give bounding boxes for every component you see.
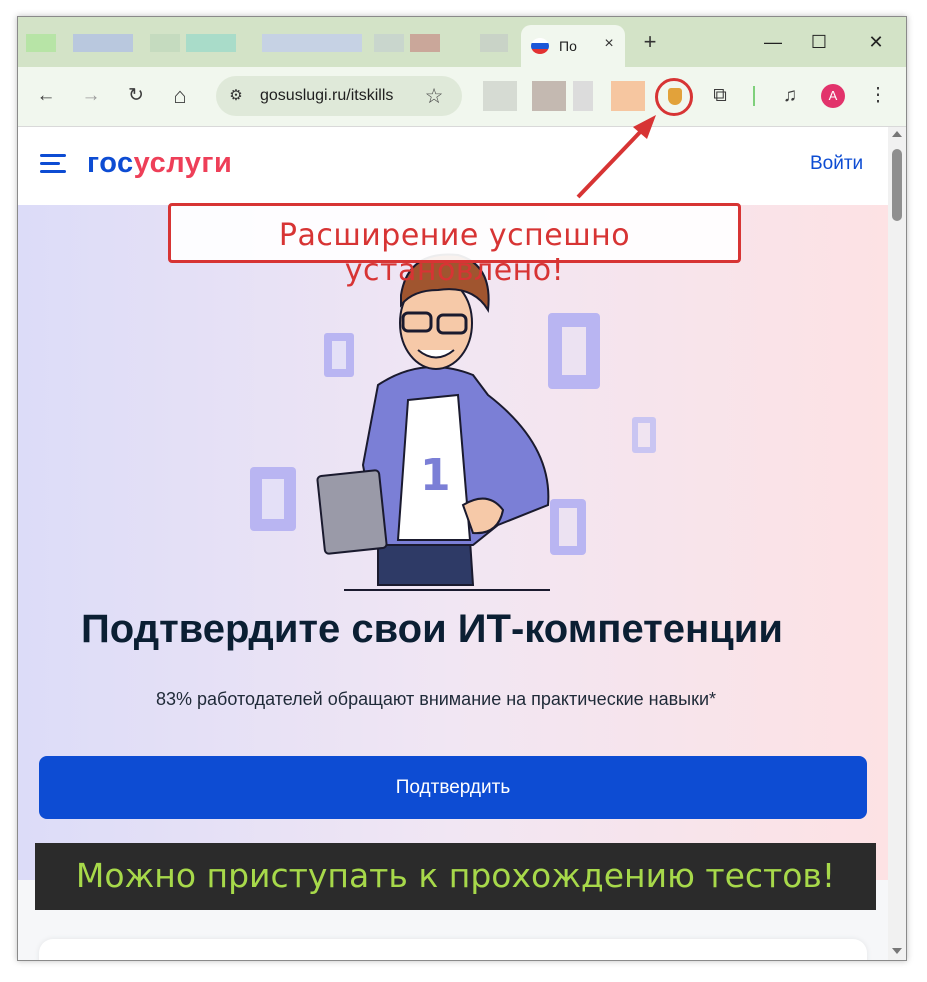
annotation-arrow: [576, 115, 656, 199]
instruction-banner: Можно приступать к прохождению тестов!: [35, 843, 876, 910]
success-callout: Расширение успешно установлено!: [168, 203, 741, 288]
callout-text: Расширение успешно установлено!: [278, 218, 631, 288]
banner-text: Можно приступать к прохождению тестов!: [75, 856, 836, 895]
